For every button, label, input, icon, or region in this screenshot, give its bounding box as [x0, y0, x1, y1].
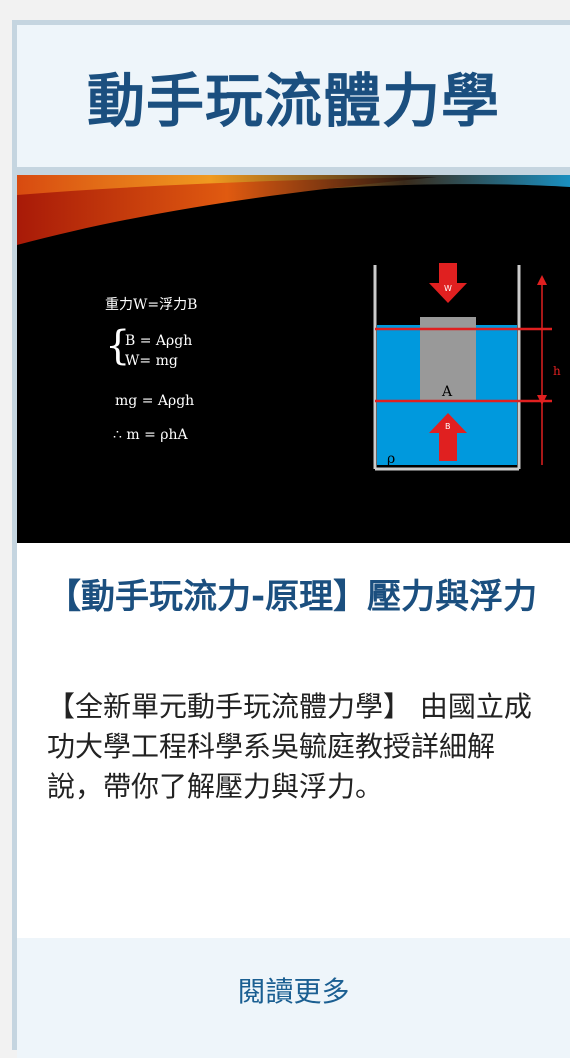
dimension-arrowhead-up — [537, 275, 547, 285]
hero-image[interactable]: 重力W=浮力B { B = Aρgh W= mg mg = Aρgh ∴ m =… — [17, 175, 570, 543]
area-label: A — [441, 384, 453, 400]
read-more-link[interactable]: 閱讀更多 — [237, 970, 349, 1010]
header-divider — [17, 167, 570, 175]
equation-line-5: ∴ m = ρhA — [113, 427, 189, 443]
equation-line-1: 重力W=浮力B — [105, 297, 197, 313]
article-title[interactable]: 【動手玩流力-原理】壓力與浮力 — [47, 573, 540, 621]
equation-line-4: mg = Aρgh — [115, 393, 194, 409]
article-content: 【動手玩流力-原理】壓力與浮力 【全新單元動手玩流體力學】 由國立成功大學工程科… — [17, 573, 570, 807]
article-card-inner: 動手玩流體力學 重力W=浮力B {B = Aρgh W= mg mg = Aρ… — [17, 25, 570, 1058]
article-card: 動手玩流體力學 重力W=浮力B {B = Aρgh W= mg mg = Aρ… — [12, 20, 570, 1058]
weight-label: W — [444, 284, 452, 293]
equation-line-2: B = Aρgh — [125, 333, 192, 349]
page-title: 動手玩流體力學 — [86, 67, 500, 135]
page-header: 動手玩流體力學 — [17, 25, 570, 167]
height-label: h — [553, 364, 561, 378]
buoyancy-label: B — [445, 422, 451, 431]
article-description: 【全新單元動手玩流體力學】 由國立成功大學工程科學系吳毓庭教授詳細解說，帶你了解… — [47, 690, 532, 803]
card-footer: 閱讀更多 — [17, 938, 570, 1058]
weight-arrow-icon — [429, 263, 467, 303]
buoyancy-diagram: 重力W=浮力B { B = Aρgh W= mg mg = Aρgh ∴ m =… — [17, 175, 570, 471]
equation-line-3: W= mg — [125, 353, 178, 369]
density-label: ρ — [387, 451, 395, 467]
